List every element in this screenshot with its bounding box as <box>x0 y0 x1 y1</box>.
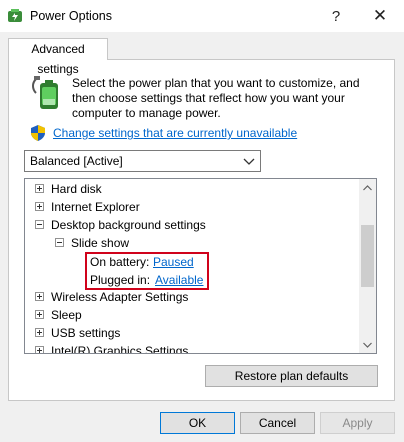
chevron-down-icon <box>243 158 255 165</box>
tab-advanced-settings[interactable]: Advanced settings <box>8 38 108 76</box>
tree-item-intel-graphics[interactable]: Intel(R) Graphics Settings <box>25 342 359 353</box>
help-button[interactable]: ? <box>314 0 358 32</box>
highlight-box <box>85 252 209 290</box>
shield-icon <box>31 125 45 141</box>
title-bar: Power Options ? ✕ <box>0 0 404 32</box>
intro-text: Select the power plan that you want to c… <box>72 76 360 120</box>
power-options-icon <box>8 9 22 22</box>
chevron-down-icon <box>363 342 372 348</box>
power-plan-dropdown[interactable]: Balanced [Active] <box>24 150 261 172</box>
battery-plug-icon <box>32 76 58 109</box>
dropdown-selected-value: Balanced [Active] <box>30 154 123 168</box>
collapse-minus-icon[interactable] <box>55 238 64 247</box>
tree-item-wireless-adapter[interactable]: Wireless Adapter Settings <box>25 288 359 306</box>
scrollbar-thumb[interactable] <box>361 225 374 287</box>
tree-item-usb-settings[interactable]: USB settings <box>25 324 359 342</box>
collapse-minus-icon[interactable] <box>35 220 44 229</box>
expand-plus-icon[interactable] <box>35 184 44 193</box>
tree-item-slide-show[interactable]: Slide show <box>25 234 359 252</box>
tree-item-hard-disk[interactable]: Hard disk <box>25 180 359 198</box>
expand-plus-icon[interactable] <box>35 328 44 337</box>
expand-plus-icon[interactable] <box>35 202 44 211</box>
chevron-up-icon <box>363 184 372 190</box>
apply-button[interactable]: Apply <box>320 412 395 434</box>
tree-item-sleep[interactable]: Sleep <box>25 306 359 324</box>
expand-plus-icon[interactable] <box>35 346 44 353</box>
change-settings-link[interactable]: Change settings that are currently unava… <box>53 126 297 141</box>
ok-button[interactable]: OK <box>160 412 235 434</box>
window-title: Power Options <box>30 9 112 23</box>
settings-tree: Hard disk Internet Explorer Desktop back… <box>24 178 377 354</box>
restore-plan-defaults-button[interactable]: Restore plan defaults <box>205 365 378 387</box>
tree-item-internet-explorer[interactable]: Internet Explorer <box>25 198 359 216</box>
scroll-down-button[interactable] <box>359 336 376 353</box>
expand-plus-icon[interactable] <box>35 292 44 301</box>
scroll-up-button[interactable] <box>359 179 376 196</box>
close-button[interactable]: ✕ <box>358 0 402 32</box>
tree-item-desktop-background[interactable]: Desktop background settings <box>25 216 359 234</box>
expand-plus-icon[interactable] <box>35 310 44 319</box>
vertical-scrollbar[interactable] <box>359 179 376 353</box>
cancel-button[interactable]: Cancel <box>240 412 315 434</box>
